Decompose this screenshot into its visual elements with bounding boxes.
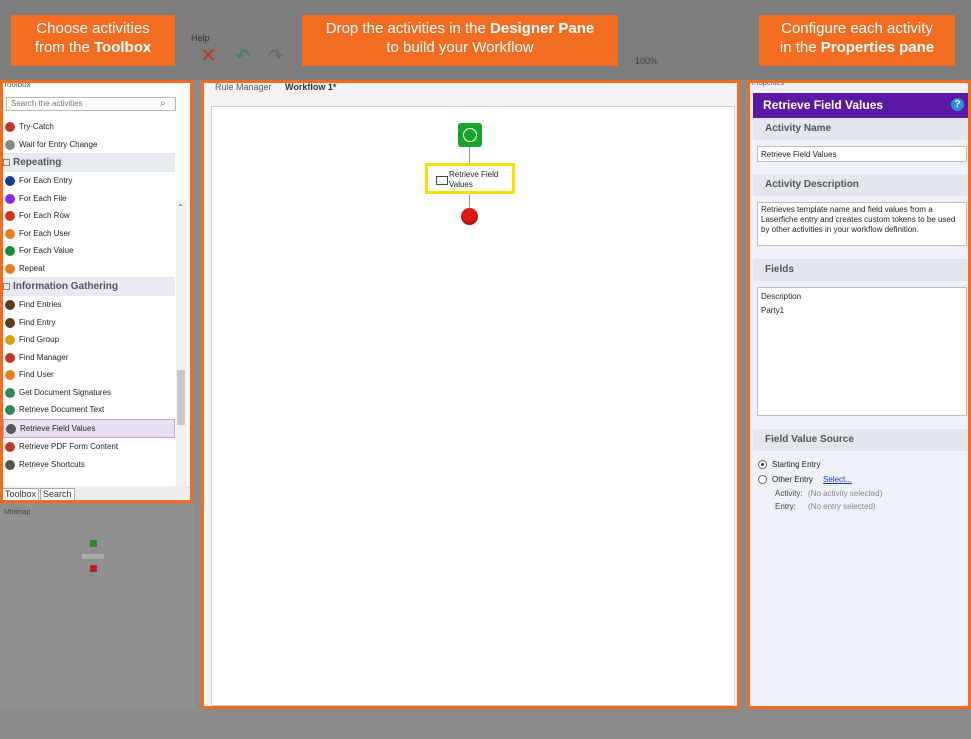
callout-toolbox: Choose activities from the Toolbox <box>11 15 175 66</box>
bottom-bar <box>0 709 971 739</box>
callout-text: Configure each activity <box>781 20 933 37</box>
callout-text: from the Toolbox <box>34 39 152 56</box>
designer-highlight-frame <box>201 80 740 709</box>
callout-text: Choose activities <box>36 20 150 37</box>
minimap-activity-node <box>82 554 104 559</box>
callout-text: to build your Workflow <box>386 39 534 56</box>
menu-help[interactable]: Help <box>191 33 210 43</box>
callout-designer: Drop the activities in the Designer Pane… <box>302 15 618 66</box>
callout-properties: Configure each activity in the Propertie… <box>759 15 955 66</box>
minimap-stop-node <box>90 565 97 572</box>
delete-icon[interactable]: ✕ <box>200 46 217 66</box>
toolbox-highlight-frame <box>0 80 193 503</box>
callout-text: in the Properties pane <box>779 39 935 56</box>
redo-icon[interactable]: ↷ <box>268 47 284 65</box>
minimap-start-node <box>90 540 97 547</box>
callout-text: Drop the activities in the Designer Pane <box>325 20 595 37</box>
minimap-panel <box>0 503 195 739</box>
properties-highlight-frame <box>747 80 971 709</box>
zoom-level[interactable]: 100% <box>635 56 658 66</box>
undo-icon[interactable]: ↶ <box>235 47 251 65</box>
minimap-title: Minimap <box>4 509 31 516</box>
